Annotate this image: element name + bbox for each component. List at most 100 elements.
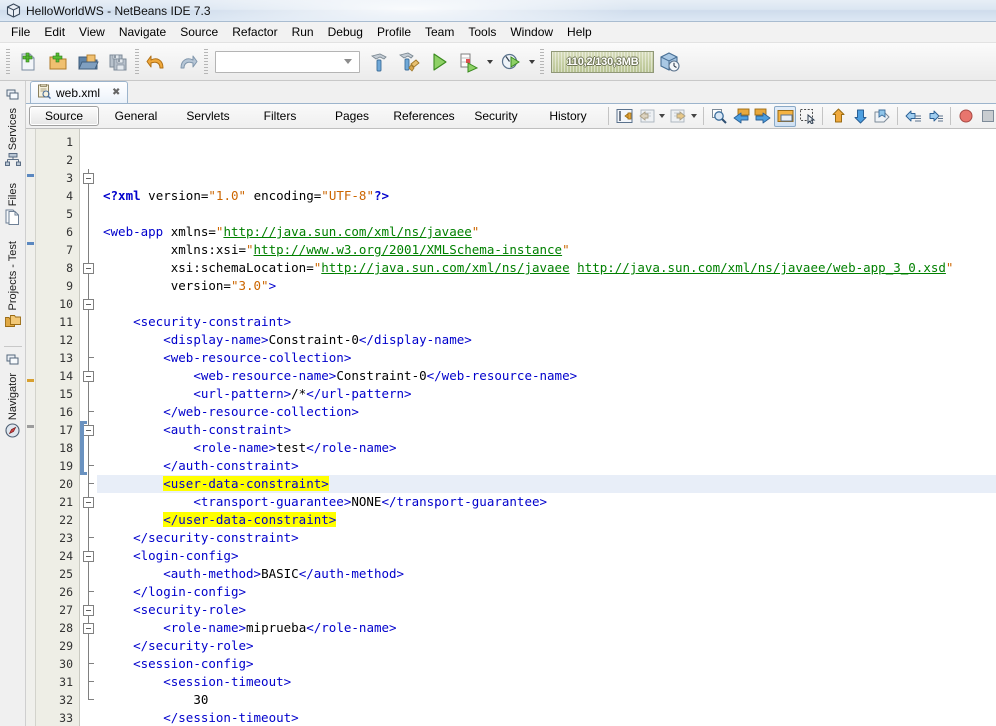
- code-line[interactable]: </user-data-constraint>: [97, 511, 996, 529]
- profile-project-button[interactable]: [496, 47, 526, 77]
- menu-view[interactable]: View: [72, 23, 112, 42]
- next-bookmark-button[interactable]: [849, 106, 871, 127]
- fold-toggle-icon[interactable]: [83, 263, 94, 274]
- code-editor[interactable]: 1 2 3 4 5 6 7 8 9 10 11 12 13 14 15 16 17 18 19 20 21 22 23 24 2…: [26, 129, 996, 726]
- menu-refactor[interactable]: Refactor: [225, 23, 284, 42]
- toggle-bookmark-button[interactable]: [871, 106, 893, 127]
- clean-and-build-button[interactable]: [394, 47, 424, 77]
- menu-edit[interactable]: Edit: [37, 23, 72, 42]
- menu-navigate[interactable]: Navigate: [112, 23, 173, 42]
- menu-help[interactable]: Help: [560, 23, 599, 42]
- garbage-collect-button[interactable]: [654, 47, 684, 77]
- code-line[interactable]: </auth-constraint>: [97, 457, 996, 475]
- code-line[interactable]: <url-pattern>/*</url-pattern>: [97, 385, 996, 403]
- close-icon[interactable]: ✖: [111, 87, 121, 98]
- stop-macro-recording-button[interactable]: [977, 106, 996, 127]
- code-line[interactable]: <web-app xmlns= "http://java.sun.com/xml/…: [97, 223, 996, 241]
- code-line[interactable]: </web-resource-collection>: [97, 403, 996, 421]
- profile-dropdown-button[interactable]: [526, 48, 538, 76]
- toggle-highlight-button[interactable]: [774, 105, 796, 127]
- error-stripe[interactable]: [26, 129, 36, 726]
- code-line[interactable]: <security-constraint>: [97, 313, 996, 331]
- code-line[interactable]: <role-name>miprueba</role-name>: [97, 619, 996, 637]
- find-selection-button[interactable]: [708, 106, 730, 127]
- redo-button[interactable]: [172, 47, 202, 77]
- fold-toggle-icon[interactable]: [83, 173, 94, 184]
- fold-toggle-icon[interactable]: [83, 551, 94, 562]
- code-fold-column[interactable]: [80, 129, 97, 726]
- code-line[interactable]: <role-name>test</role-name>: [97, 439, 996, 457]
- toolbar-grip-2[interactable]: [135, 48, 139, 75]
- sidebar-item-navigator[interactable]: Navigator: [1, 350, 25, 450]
- find-previous-button[interactable]: [730, 106, 752, 127]
- fold-toggle-icon[interactable]: [83, 623, 94, 634]
- toggle-rectangular-selection-button[interactable]: [796, 106, 818, 127]
- code-line[interactable]: <session-timeout>: [97, 673, 996, 691]
- fold-toggle-icon[interactable]: [83, 371, 94, 382]
- tab-source[interactable]: Source: [29, 106, 99, 126]
- forward-dropdown-button[interactable]: [689, 106, 699, 127]
- debug-dropdown-button[interactable]: [484, 48, 496, 76]
- menu-window[interactable]: Window: [503, 23, 560, 42]
- code-line[interactable]: version="3.0">: [97, 277, 996, 295]
- back-dropdown-button[interactable]: [657, 106, 667, 127]
- new-file-button[interactable]: [13, 47, 43, 77]
- code-line[interactable]: <auth-constraint>: [97, 421, 996, 439]
- code-line[interactable]: [97, 205, 996, 223]
- menu-team[interactable]: Team: [418, 23, 461, 42]
- code-line[interactable]: <security-role>: [97, 601, 996, 619]
- debug-project-button[interactable]: [454, 47, 484, 77]
- code-line[interactable]: 30: [97, 691, 996, 709]
- build-project-button[interactable]: [364, 47, 394, 77]
- code-line[interactable]: </login-config>: [97, 583, 996, 601]
- menu-debug[interactable]: Debug: [321, 23, 370, 42]
- code-line[interactable]: </session-timeout>: [97, 709, 996, 726]
- last-edit-button[interactable]: [613, 106, 635, 127]
- tab-general[interactable]: General: [101, 106, 171, 126]
- code-line[interactable]: <transport-guarantee>NONE</transport-gua…: [97, 493, 996, 511]
- sidebar-item-projects-test[interactable]: Projects - Test: [1, 237, 25, 341]
- tab-pages[interactable]: Pages: [317, 106, 387, 126]
- code-line[interactable]: </security-role>: [97, 637, 996, 655]
- menu-file[interactable]: File: [4, 23, 37, 42]
- code-line[interactable]: <web-resource-collection>: [97, 349, 996, 367]
- save-all-button[interactable]: [103, 47, 133, 77]
- shift-right-button[interactable]: [924, 106, 946, 127]
- memory-gauge[interactable]: 110,2/130,3MB: [551, 50, 654, 73]
- menu-tools[interactable]: Tools: [461, 23, 503, 42]
- run-project-button[interactable]: [424, 47, 454, 77]
- tab-servlets[interactable]: Servlets: [173, 106, 243, 126]
- toolbar-grip-4[interactable]: [540, 48, 544, 75]
- previous-bookmark-button[interactable]: [827, 106, 849, 127]
- find-next-button[interactable]: [752, 106, 774, 127]
- fold-toggle-icon[interactable]: [83, 425, 94, 436]
- start-macro-recording-button[interactable]: [955, 106, 977, 127]
- toolbar-grip[interactable]: [6, 48, 10, 75]
- undo-button[interactable]: [142, 47, 172, 77]
- tab-filters[interactable]: Filters: [245, 106, 315, 126]
- file-tab-web-xml[interactable]: web.xml ✖: [30, 81, 129, 103]
- forward-button[interactable]: [667, 106, 689, 127]
- shift-left-button[interactable]: [902, 106, 924, 127]
- tab-references[interactable]: References: [389, 106, 459, 126]
- fold-toggle-icon[interactable]: [83, 299, 94, 310]
- project-configuration-combo[interactable]: [215, 50, 360, 73]
- new-project-button[interactable]: [43, 47, 73, 77]
- toolbar-grip-3[interactable]: [204, 48, 208, 75]
- tab-history[interactable]: History: [533, 106, 603, 126]
- menu-profile[interactable]: Profile: [370, 23, 418, 42]
- code-text[interactable]: <?xml version="1.0" encoding="UTF-8"?> <w…: [97, 129, 996, 726]
- code-line[interactable]: [97, 295, 996, 313]
- code-line[interactable]: xmlns:xsi="http://www.w3.org/2001/XMLSch…: [97, 241, 996, 259]
- back-button[interactable]: [635, 106, 657, 127]
- menu-run[interactable]: Run: [285, 23, 321, 42]
- code-line[interactable]: <session-config>: [97, 655, 996, 673]
- sidebar-item-services[interactable]: Services: [1, 85, 25, 179]
- code-line[interactable]: <login-config>: [97, 547, 996, 565]
- code-line[interactable]: <?xml version="1.0" encoding="UTF-8"?>: [97, 187, 996, 205]
- code-line[interactable]: <user-data-constraint>: [97, 475, 996, 493]
- tab-security[interactable]: Security: [461, 106, 531, 126]
- fold-toggle-icon[interactable]: [83, 605, 94, 616]
- fold-toggle-icon[interactable]: [83, 497, 94, 508]
- code-line[interactable]: </security-constraint>: [97, 529, 996, 547]
